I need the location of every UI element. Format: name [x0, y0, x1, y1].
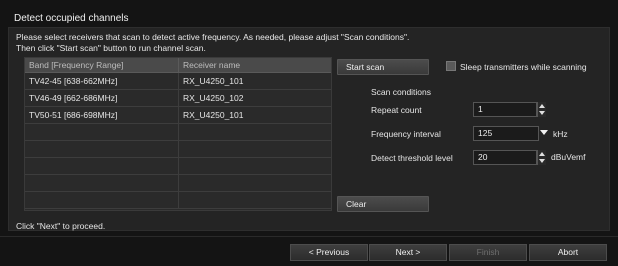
table-row-empty	[25, 141, 331, 158]
cell-receiver: RX_U4250_102	[183, 93, 244, 103]
frequency-interval-label: Frequency interval	[371, 129, 441, 139]
cell-receiver	[179, 192, 331, 208]
proceed-hint: Click "Next" to proceed.	[16, 221, 106, 231]
table-row[interactable]: TV50-51 [686-698MHz] RX_U4250_101	[25, 107, 331, 124]
footer-divider	[0, 236, 618, 237]
cell-band: TV50-51 [686-698MHz]	[25, 107, 179, 123]
abort-button[interactable]: Abort	[529, 244, 607, 261]
dialog-title: Detect occupied channels	[14, 13, 129, 24]
column-header-receiver[interactable]: Receiver name	[179, 58, 331, 72]
threshold-level-input[interactable]: 20	[473, 150, 537, 165]
table-row-empty	[25, 192, 331, 209]
cell-band: TV46-49 [662-686MHz]	[25, 90, 179, 106]
repeat-count-label: Repeat count	[371, 105, 422, 115]
chevron-down-icon[interactable]	[540, 130, 548, 135]
cell-receiver	[179, 141, 331, 157]
finish-button[interactable]: Finish	[449, 244, 527, 261]
table-header: Band [Frequency Range] Receiver name	[25, 58, 331, 73]
table-row-empty	[25, 124, 331, 141]
cell-receiver	[179, 175, 331, 191]
repeat-count-stepper[interactable]	[537, 102, 546, 117]
start-scan-button[interactable]: Start scan	[337, 59, 429, 75]
stepper-down-icon[interactable]	[539, 111, 545, 115]
repeat-count-input[interactable]: 1	[473, 102, 537, 117]
sleep-transmitters-label[interactable]: Sleep transmitters while scanning	[460, 62, 587, 72]
cell-receiver: RX_U4250_101	[183, 110, 244, 120]
cell-receiver: RX_U4250_101	[183, 76, 244, 86]
table-row[interactable]: TV42-45 [638-662MHz] RX_U4250_101	[25, 73, 331, 90]
cell-band	[25, 192, 179, 208]
frequency-interval-select[interactable]: 125	[473, 126, 539, 141]
cell-band	[25, 124, 179, 140]
instruction-line-2: Then click "Start scan" button to run ch…	[16, 43, 206, 53]
table-row-empty	[25, 175, 331, 192]
cell-receiver	[179, 124, 331, 140]
threshold-level-stepper[interactable]	[537, 150, 546, 165]
scan-conditions-heading: Scan conditions	[371, 87, 432, 97]
threshold-level-unit: dBuVemf	[551, 152, 586, 162]
detect-channels-dialog: Detect occupied channels Please select r…	[0, 0, 618, 266]
table-row[interactable]: TV46-49 [662-686MHz] RX_U4250_102	[25, 90, 331, 107]
previous-button[interactable]: < Previous	[290, 244, 368, 261]
clear-button[interactable]: Clear	[337, 196, 429, 212]
next-button[interactable]: Next >	[369, 244, 447, 261]
table-row-empty	[25, 158, 331, 175]
sleep-transmitters-checkbox[interactable]	[446, 61, 456, 71]
cell-receiver	[179, 158, 331, 174]
column-header-band[interactable]: Band [Frequency Range]	[25, 58, 179, 72]
stepper-down-icon[interactable]	[539, 159, 545, 163]
instruction-line-1: Please select receivers that scan to det…	[16, 32, 410, 42]
cell-band	[25, 175, 179, 191]
cell-band: TV42-45 [638-662MHz]	[25, 73, 179, 89]
receiver-table: Band [Frequency Range] Receiver name TV4…	[24, 57, 332, 211]
frequency-interval-unit: kHz	[553, 129, 568, 139]
threshold-level-label: Detect threshold level	[371, 153, 453, 163]
stepper-up-icon[interactable]	[539, 104, 545, 108]
cell-band	[25, 158, 179, 174]
stepper-up-icon[interactable]	[539, 152, 545, 156]
cell-band	[25, 141, 179, 157]
